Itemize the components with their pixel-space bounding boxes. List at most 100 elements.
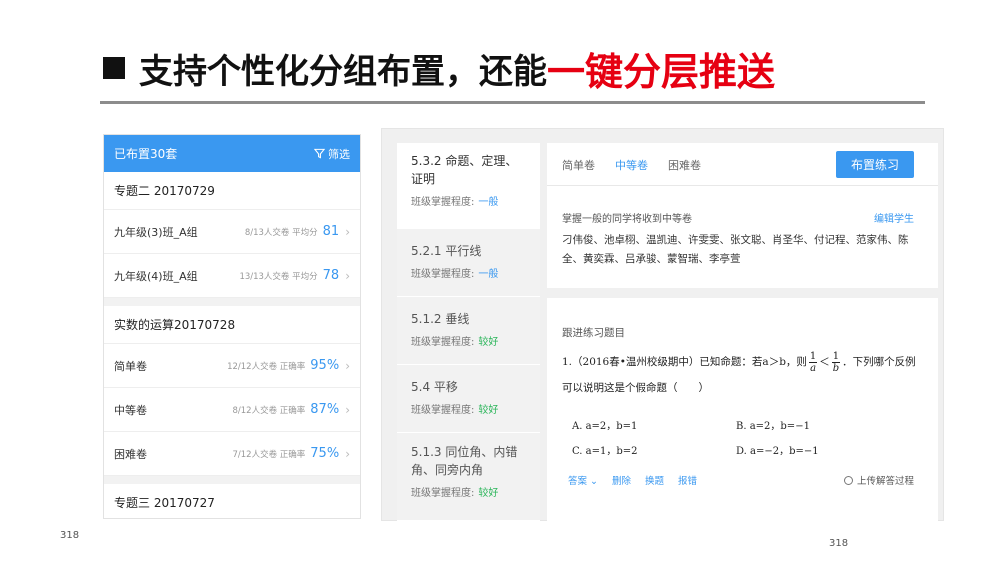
report-link[interactable]: 报错 (678, 473, 697, 487)
student-names: 刁伟俊、池卓栩、温凯迪、许雯雯、张文聪、肖圣华、付记程、范家伟、陈全、黄奕霖、吕… (562, 234, 909, 265)
replace-link[interactable]: 换题 (645, 473, 664, 487)
recipients-hint: 掌握一般的同学将收到中等卷 (562, 214, 692, 225)
question-actions: 答案 ⌄ 删除 换题 报错 (568, 473, 697, 487)
chevron-right-icon: › (345, 446, 350, 461)
section-gap (547, 288, 938, 298)
chevron-right-icon: › (345, 402, 350, 417)
divider (547, 185, 938, 186)
detail-pane: 简单卷 中等卷 困难卷 布置练习 掌握一般的同学将收到中等卷 编辑学生 刁伟俊、… (547, 143, 938, 521)
score-value: 81 (322, 224, 340, 239)
topic-name: 5.4 平移 (411, 380, 458, 394)
title-highlight: 一键分层推送 (547, 49, 776, 94)
option-a: A. a=2，b=1 (572, 421, 638, 432)
topic-list: 5.3.2 命题、定理、证明 班级掌握程度: 一般 5.2.1 平行线 班级掌握程… (397, 143, 540, 521)
section-gap (104, 476, 360, 484)
tab-easy[interactable]: 简单卷 (562, 157, 595, 173)
topic-item[interactable]: 5.4 平移 班级掌握程度: 较好 (397, 365, 540, 433)
level-value: 一般 (478, 197, 499, 208)
paper-name: 困难卷 (114, 447, 147, 461)
option-d: D. a=−2，b=−1 (736, 446, 819, 457)
page-number-left: 318 (60, 530, 80, 541)
topic-level: 班级掌握程度: 一般 (411, 193, 526, 208)
accuracy-value: 87% (310, 402, 340, 417)
title-prefix: 支持个性化分组布置，还能 (139, 51, 547, 92)
topic-item[interactable]: 5.1.3 同位角、内错角、同旁内角 班级掌握程度: 较好 (397, 433, 540, 521)
list-item[interactable]: 简单卷 12/12人交卷 正确率 95% › (104, 344, 360, 388)
upload-solution-option[interactable]: 上传解答过程 (843, 473, 914, 487)
accuracy-value: 95% (310, 358, 340, 373)
group-name: 九年级(3)班_A组 (114, 225, 198, 239)
assignment-list-panel: 已布置30套 筛选 专题二 20170729 九年级(3)班_A组 8/13人交… (103, 134, 361, 519)
topic-level: 班级掌握程度: 一般 (411, 265, 526, 280)
section-gap (104, 298, 360, 306)
fraction-denominator: a (810, 362, 817, 374)
paper-name: 简单卷 (114, 359, 147, 373)
tab-hard[interactable]: 困难卷 (668, 157, 701, 173)
level-value: 较好 (478, 337, 499, 348)
chevron-right-icon: › (345, 358, 350, 373)
level-value: 较好 (478, 405, 499, 416)
level-label: 班级掌握程度: (411, 405, 475, 416)
topic-item[interactable]: 5.3.2 命题、定理、证明 班级掌握程度: 一般 (397, 143, 540, 229)
fraction-numerator: 1 (831, 350, 841, 363)
answer-label: 答案 (568, 476, 588, 487)
topic-item[interactable]: 5.2.1 平行线 班级掌握程度: 一般 (397, 229, 540, 297)
assign-practice-button[interactable]: 布置练习 (836, 151, 914, 178)
fraction-denominator: b (832, 362, 840, 374)
topic-level: 班级掌握程度: 较好 (411, 333, 526, 348)
filter-button[interactable]: 筛选 (314, 146, 350, 162)
group-title: 专题二 20170729 (104, 172, 360, 210)
list-item[interactable]: 九年级(3)班_A组 8/13人交卷 平均分 81 › (104, 210, 360, 254)
topic-name: 5.1.3 同位角、内错角、同旁内角 (411, 445, 518, 477)
delete-link[interactable]: 删除 (612, 473, 631, 487)
group-title: 实数的运算20170728 (104, 306, 360, 344)
group-name: 九年级(4)班_A组 (114, 269, 198, 283)
filter-label: 筛选 (328, 147, 350, 161)
level-value: 一般 (478, 269, 499, 280)
option-b: B. a=2，b=−1 (736, 421, 810, 432)
difficulty-tabs: 简单卷 中等卷 困难卷 (562, 157, 701, 173)
submission-meta: 7/12人交卷 正确率 (232, 449, 306, 460)
submission-meta: 13/13人交卷 平均分 (239, 271, 318, 282)
less-than-sign: ＜ (819, 356, 830, 368)
accuracy-value: 75% (310, 446, 340, 461)
edit-students-link[interactable]: 编辑学生 (874, 210, 914, 225)
question-prefix: 1.（2016春•温州校级期中）已知命题：若a＞b，则 (562, 356, 807, 368)
question-text: 1.（2016春•温州校级期中）已知命题：若a＞b，则 1 a ＜ 1 b ．下列哪个反例可… (562, 349, 917, 401)
group-title: 专题三 20170727 (104, 484, 360, 518)
submission-meta: 8/12人交卷 正确率 (232, 405, 306, 416)
paper-name: 中等卷 (114, 403, 147, 417)
level-label: 班级掌握程度: (411, 269, 475, 280)
answer-toggle[interactable]: 答案 ⌄ (568, 473, 598, 487)
topic-name: 5.2.1 平行线 (411, 244, 482, 258)
chevron-right-icon: › (345, 268, 350, 283)
chevron-down-icon: ⌄ (587, 476, 598, 487)
upload-label: 上传解答过程 (856, 476, 914, 487)
score-value: 78 (322, 268, 340, 283)
level-label: 班级掌握程度: (411, 337, 475, 348)
follow-up-label: 跟进练习题目 (562, 327, 625, 339)
tab-medium[interactable]: 中等卷 (615, 157, 648, 173)
topic-level: 班级掌握程度: 较好 (411, 401, 526, 416)
assignment-list-header: 已布置30套 筛选 (104, 135, 360, 172)
layered-push-panel: 5.3.2 命题、定理、证明 班级掌握程度: 一般 5.2.1 平行线 班级掌握程… (381, 128, 944, 521)
square-bullet-icon (103, 57, 125, 79)
level-value: 较好 (478, 488, 499, 499)
topic-item[interactable]: 5.1.2 垂线 班级掌握程度: 较好 (397, 297, 540, 365)
page-number-right: 318 (829, 538, 849, 549)
topic-name: 5.1.2 垂线 (411, 312, 470, 326)
level-label: 班级掌握程度: (411, 197, 475, 208)
radio-icon (843, 475, 853, 485)
list-item[interactable]: 中等卷 8/12人交卷 正确率 87% › (104, 388, 360, 432)
list-item[interactable]: 九年级(4)班_A组 13/13人交卷 平均分 78 › (104, 254, 360, 298)
submission-meta: 12/12人交卷 正确率 (227, 361, 306, 372)
submission-meta: 8/13人交卷 平均分 (244, 227, 318, 238)
level-label: 班级掌握程度: (411, 488, 475, 499)
fraction-numerator: 1 (808, 350, 818, 363)
topic-name: 5.3.2 命题、定理、证明 (411, 154, 518, 186)
list-item[interactable]: 困难卷 7/12人交卷 正确率 75% › (104, 432, 360, 476)
option-c: C. a=1，b=2 (572, 446, 638, 457)
filter-icon (314, 148, 325, 159)
fraction-1-over-a: 1a (808, 350, 818, 374)
fraction-1-over-b: 1b (831, 350, 841, 374)
